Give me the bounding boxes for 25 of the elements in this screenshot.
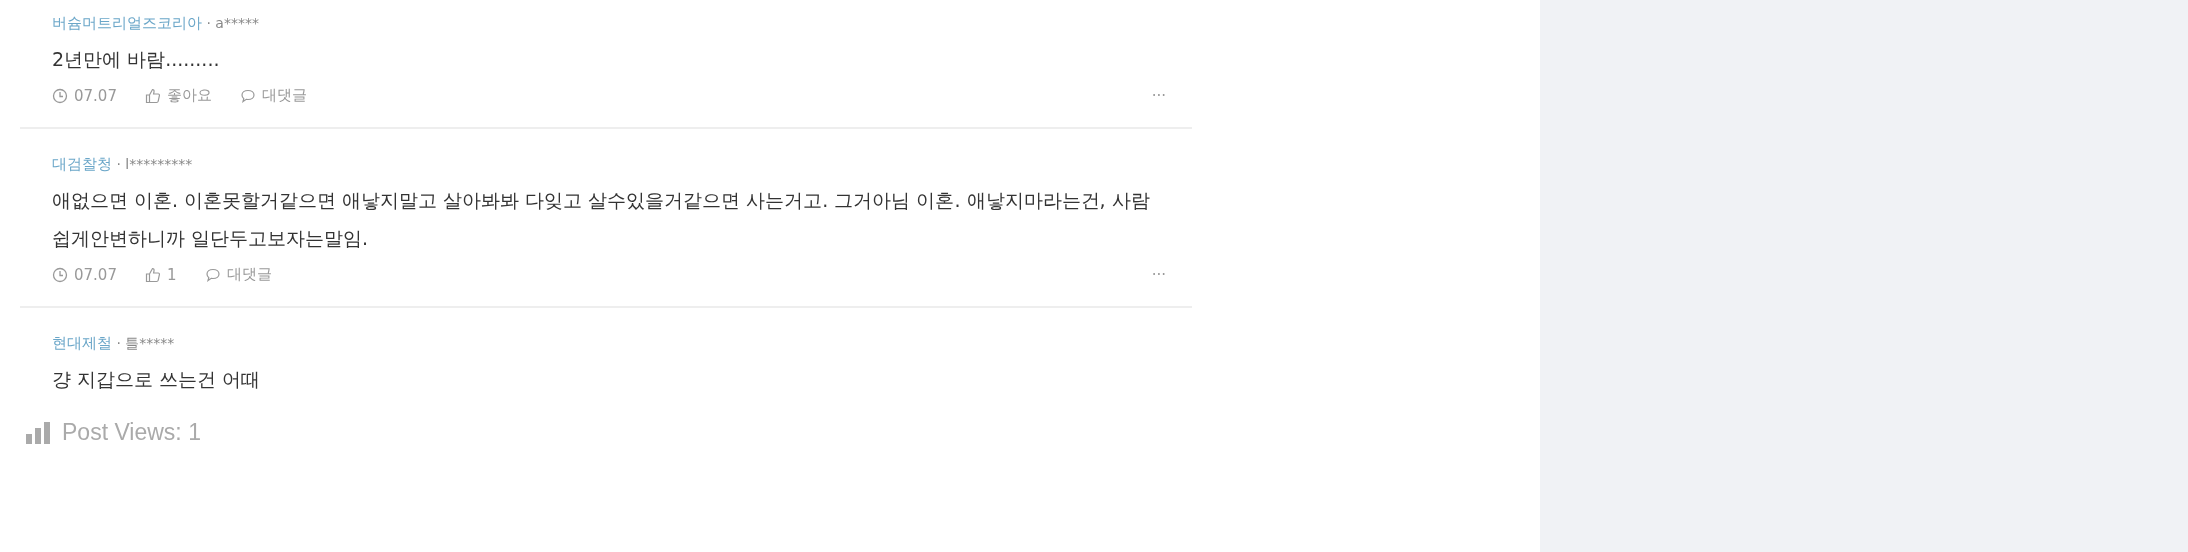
comment-text: 2년만에 바람......... [52,47,221,72]
thumbs-up-icon [144,87,161,104]
author-id: · 틀***** [115,335,175,351]
post-views: Post Views: 1 [62,420,201,444]
company-name[interactable]: 대검찰청 [52,155,112,173]
author-id: · l********* [115,156,193,172]
comment-text: 걍 지갑으로 쓰는건 어때 [52,367,262,392]
speech-bubble-icon [239,87,256,104]
comment-date: 07.07 [74,86,117,105]
speech-bubble-icon [204,266,221,283]
more-button[interactable]: ··· [1151,265,1166,284]
clock-icon [52,266,68,283]
comment-text: 애없으면 이혼. 이혼못할거같으면 애낳지말고 살아봐봐 다잊고 살수있을거같으면 사는거고. 그거아님 이혼. 애낳지마라는건, 사람 쉽게안변하니까 일단두고보자는말임. [52,188,1151,251]
clock-icon [52,87,68,104]
more-button[interactable]: ··· [1151,86,1166,105]
reply-button[interactable]: 대댓글 [204,265,272,284]
thumbs-up-icon [144,266,161,283]
like-button[interactable]: 1 [144,265,177,284]
like-button[interactable]: 좋아요 [144,86,212,105]
reply-button[interactable]: 대댓글 [239,86,307,105]
bar-chart-icon [26,422,50,444]
company-name[interactable]: 현대제철 [52,334,112,352]
comment-date: 07.07 [74,265,117,284]
author-id: · a***** [205,15,259,31]
company-name[interactable]: 버슘머트리얼즈코리아 [52,14,202,32]
